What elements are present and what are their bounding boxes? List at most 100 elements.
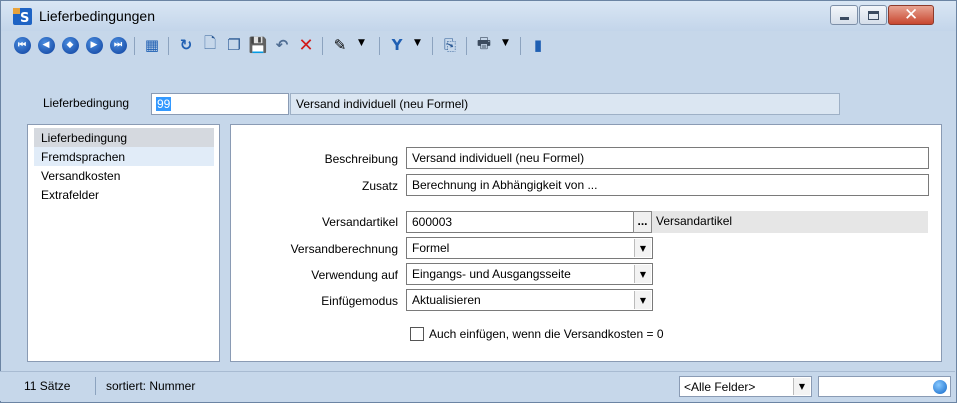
toolbar-separator <box>322 37 323 55</box>
new-document-icon: 🗋 <box>203 33 217 52</box>
einfuegemodus-value: Aktualisieren <box>412 293 481 307</box>
svg-text:S: S <box>20 11 29 25</box>
refresh-button[interactable]: ↻ <box>175 34 197 56</box>
code-value: 99 <box>156 97 172 111</box>
minimize-button[interactable] <box>830 5 858 25</box>
field-filter-value: <Alle Felder> <box>684 380 756 394</box>
delete-button[interactable]: ✕ <box>295 34 317 56</box>
zusatz-label: Zusatz <box>361 179 398 193</box>
first-record-icon: ⏮ <box>13 36 31 54</box>
new-document-button[interactable]: 🗋 <box>199 34 221 56</box>
print-button[interactable]: 🖶 <box>473 34 495 56</box>
filter-dropdown-arrow[interactable]: ▼ <box>414 38 421 48</box>
versandartikel-reference: Versandartikel <box>652 211 928 233</box>
versandberechnung-value: Formel <box>412 241 450 255</box>
record-count: 11 Sätze <box>24 379 71 393</box>
table-view-button[interactable]: ▦ <box>141 34 163 56</box>
toolbar-separator <box>432 37 433 55</box>
filter-icon: Y <box>391 36 403 54</box>
marker-button[interactable]: ✎ <box>329 34 351 56</box>
select-record-icon: ◆ <box>61 36 79 54</box>
pointer-document-button[interactable]: ⎘ <box>439 34 461 56</box>
search-input[interactable] <box>818 376 951 397</box>
toolbar-separator <box>520 37 521 55</box>
copy-button[interactable]: ❐ <box>223 34 245 56</box>
minimize-icon <box>840 17 849 20</box>
save-button[interactable]: 💾 <box>247 34 269 56</box>
previous-record-icon: ◀ <box>37 36 55 54</box>
toolbar-separator <box>379 37 380 55</box>
save-icon: 💾 <box>248 36 268 54</box>
undo-icon: ↶ <box>275 36 289 54</box>
app-logo-icon: S <box>13 8 32 25</box>
einfuegemodus-label: Einfügemodus <box>321 294 398 308</box>
verwendung-select[interactable]: Eingangs- und Ausgangsseite ▼ <box>406 263 653 285</box>
previous-record-button[interactable]: ◀ <box>35 34 57 56</box>
next-record-icon: ▶ <box>85 36 103 54</box>
status-separator <box>95 377 96 395</box>
chevron-down-icon[interactable]: ▼ <box>634 265 651 283</box>
printer-icon: 🖶 <box>476 33 492 52</box>
verwendung-value: Eingangs- und Ausgangsseite <box>412 267 571 281</box>
versandberechnung-label: Versandberechnung <box>290 242 398 256</box>
marker-icon: ✎ <box>333 36 347 54</box>
versandkosten-zero-label: Auch einfügen, wenn die Versandkosten = … <box>429 327 664 341</box>
chevron-down-icon[interactable]: ▼ <box>793 378 810 395</box>
copy-icon: ❐ <box>227 36 241 54</box>
sidebar-item-versandkosten[interactable]: Versandkosten <box>34 166 214 185</box>
maximize-icon <box>868 11 879 20</box>
sidebar-item-fremdsprachen[interactable]: Fremdsprachen <box>34 147 214 166</box>
beschreibung-label: Beschreibung <box>324 152 398 166</box>
maximize-button[interactable] <box>859 5 887 25</box>
next-record-button[interactable]: ▶ <box>83 34 105 56</box>
lieferbedingung-label: Lieferbedingung <box>43 96 130 110</box>
exit-button[interactable]: ▮ <box>527 34 549 56</box>
chevron-down-icon[interactable]: ▼ <box>634 239 651 257</box>
last-record-button[interactable]: ⏭ <box>107 34 129 56</box>
lieferbedingung-code-input[interactable]: 99 <box>151 93 289 115</box>
versandartikel-label: Versandartikel <box>321 215 398 229</box>
toolbar-separator <box>134 37 135 55</box>
sidebar: Lieferbedingung Fremdsprachen Versandkos… <box>27 124 220 362</box>
sidebar-item-label: Lieferbedingung <box>41 131 128 145</box>
exit-door-icon: ▮ <box>533 36 543 54</box>
sidebar-item-label: Fremdsprachen <box>41 150 126 164</box>
window-title: Lieferbedingungen <box>39 8 155 24</box>
zusatz-input[interactable]: Berechnung in Abhängigkeit von ... <box>406 174 929 196</box>
sidebar-item-label: Extrafelder <box>41 188 100 202</box>
versandberechnung-select[interactable]: Formel ▼ <box>406 237 653 259</box>
verwendung-label: Verwendung auf <box>311 268 398 282</box>
header-row: Lieferbedingung 99 Versand individuell (… <box>1 62 956 120</box>
refresh-icon: ↻ <box>179 36 193 54</box>
marker-dropdown-arrow[interactable]: ▼ <box>358 38 365 48</box>
undo-button[interactable]: ↶ <box>271 34 293 56</box>
status-bar: 11 Sätze sortiert: Nummer <Alle Felder> … <box>0 371 955 401</box>
last-record-icon: ⏭ <box>109 36 127 54</box>
delete-icon: ✕ <box>298 34 314 56</box>
first-record-button[interactable]: ⏮ <box>11 34 33 56</box>
close-button[interactable]: ✕ <box>888 5 934 25</box>
sidebar-item-lieferbedingung[interactable]: Lieferbedingung <box>34 128 214 147</box>
sidebar-item-extrafelder[interactable]: Extrafelder <box>34 185 214 204</box>
versandkosten-zero-checkbox[interactable] <box>410 327 424 341</box>
einfuegemodus-select[interactable]: Aktualisieren ▼ <box>406 289 653 311</box>
versandartikel-browse-button[interactable]: ... <box>633 211 652 233</box>
pointer-document-icon: ⎘ <box>443 36 456 54</box>
versandartikel-input[interactable]: 600003 <box>406 211 634 233</box>
sidebar-item-label: Versandkosten <box>41 169 121 183</box>
select-record-button[interactable]: ◆ <box>59 34 81 56</box>
print-dropdown-arrow[interactable]: ▼ <box>502 38 509 48</box>
search-icon[interactable] <box>933 380 947 394</box>
sort-status: sortiert: Nummer <box>106 379 196 393</box>
toolbar-separator <box>168 37 169 55</box>
beschreibung-input[interactable]: Versand individuell (neu Formel) <box>406 147 929 169</box>
table-view-icon: ▦ <box>144 36 160 54</box>
toolbar-separator <box>466 37 467 55</box>
chevron-down-icon[interactable]: ▼ <box>634 291 651 309</box>
filter-button[interactable]: Y <box>386 34 408 56</box>
lieferbedingung-description: Versand individuell (neu Formel) <box>290 93 840 115</box>
close-icon: ✕ <box>904 5 919 25</box>
title-bar[interactable]: S Lieferbedingungen ✕ <box>1 1 956 31</box>
field-filter-select[interactable]: <Alle Felder> ▼ <box>679 376 812 397</box>
toolbar: ⏮ ◀ ◆ ▶ ⏭ ▦ ↻ 🗋 ❐ 💾 ↶ ✕ ✎ ▼ Y ▼ ⎘ 🖶 ▼ ▮ <box>1 31 956 61</box>
